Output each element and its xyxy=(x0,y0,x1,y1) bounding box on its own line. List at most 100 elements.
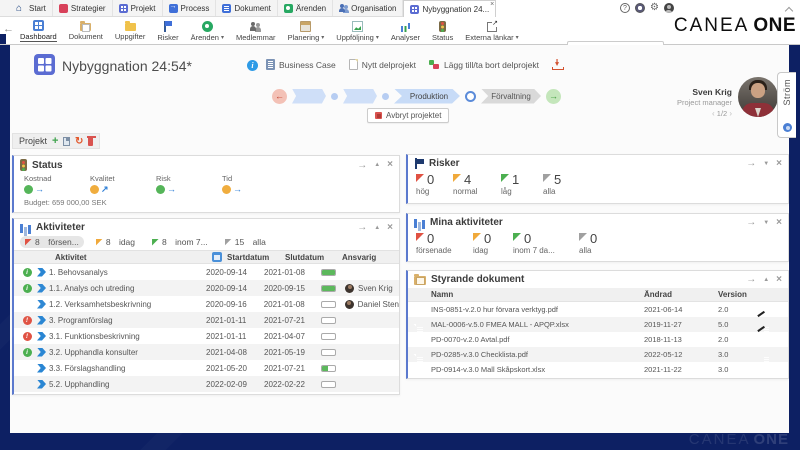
open-panel-icon[interactable]: → xyxy=(357,222,367,233)
tab-arenden[interactable]: Ärenden xyxy=(278,0,333,16)
collapse-icon[interactable]: ▼ xyxy=(763,220,769,226)
risk-stat-high[interactable]: 0hög xyxy=(416,173,453,196)
user-avatar-icon[interactable] xyxy=(664,3,674,13)
toolbar-item-arenden[interactable]: Ärenden▾ xyxy=(185,17,230,44)
tab-dokument[interactable]: Dokument xyxy=(216,0,277,16)
close-icon[interactable]: × xyxy=(387,161,393,169)
save-icon[interactable] xyxy=(63,137,70,146)
close-icon[interactable]: × xyxy=(387,224,393,232)
new-subproject-button[interactable]: Nytt delprojekt xyxy=(349,59,416,70)
risk-stat-all[interactable]: 5alla xyxy=(543,173,581,196)
open-panel-icon[interactable]: → xyxy=(746,217,756,228)
manager-photo[interactable] xyxy=(738,77,778,117)
table-row[interactable]: 1.2. Verksamhetsbeskrivning2020-09-16202… xyxy=(14,296,399,312)
close-tab-icon[interactable]: × xyxy=(490,1,494,8)
close-icon[interactable]: × xyxy=(776,219,782,227)
open-panel-icon[interactable]: → xyxy=(357,160,367,171)
globe-icon[interactable] xyxy=(635,3,645,13)
table-row[interactable]: 5.2. Upphandling2022-02-092022-02-22 xyxy=(14,376,399,392)
table-row[interactable]: INS-0851-v.2.0 hur förvara verktyg.pdf20… xyxy=(408,302,788,317)
tab-nybyggnation-active[interactable]: Nybyggnation 24...× xyxy=(403,0,496,17)
col-activity[interactable]: Aktivitet xyxy=(55,253,212,262)
toolbar-item-status[interactable]: Status xyxy=(426,17,459,44)
risk-stat-low[interactable]: 1låg xyxy=(501,173,543,196)
open-panel-icon[interactable]: → xyxy=(746,274,756,285)
filter-today[interactable]: 8 idag xyxy=(91,236,140,248)
col-version[interactable]: Version xyxy=(718,290,762,299)
phase-step-1[interactable] xyxy=(292,89,326,104)
expand-chevron-icon[interactable] xyxy=(37,332,46,341)
filter-all[interactable]: 15 alla xyxy=(220,236,271,248)
table-row[interactable]: i1.1. Analys och utreding2020-09-142020-… xyxy=(14,280,399,296)
import-button[interactable] xyxy=(552,59,563,70)
my-stat-all[interactable]: 0alla xyxy=(579,232,619,255)
refresh-icon[interactable]: ↻ xyxy=(75,137,83,146)
add-remove-subproject-button[interactable]: Lägg till/ta bort delprojekt xyxy=(429,59,539,70)
tab-projekt[interactable]: Projekt xyxy=(113,0,163,16)
prev-icon[interactable]: ‹ xyxy=(712,109,715,118)
business-case-button[interactable]: Business Case xyxy=(266,59,336,70)
table-row[interactable]: i1. Behovsanalys2020-09-142021-01-08 xyxy=(14,264,399,280)
phase-forward-button[interactable]: → xyxy=(546,89,561,104)
expand-chevron-icon[interactable] xyxy=(37,284,46,293)
phase-step-forvaltning[interactable]: Förvaltning xyxy=(481,89,541,104)
expand-chevron-icon[interactable] xyxy=(37,300,46,309)
collapse-icon[interactable]: ▲ xyxy=(763,277,769,283)
col-changed[interactable]: Ändrad xyxy=(644,290,718,299)
toolbar-item-risker[interactable]: Risker xyxy=(151,17,184,44)
my-stat-within-7[interactable]: 0inom 7 da... xyxy=(513,232,579,255)
expand-chevron-icon[interactable] xyxy=(37,380,46,389)
collapse-chevron-icon[interactable] xyxy=(785,7,793,15)
tab-strategier[interactable]: Strategier xyxy=(53,0,113,16)
col-end[interactable]: Slutdatum xyxy=(285,253,342,262)
col-name[interactable]: Namn xyxy=(431,290,644,299)
tab-start[interactable]: ⌂Start xyxy=(10,0,53,16)
table-row[interactable]: 3.3. Förslagshandling2021-05-202021-07-2… xyxy=(14,360,399,376)
open-panel-icon[interactable]: → xyxy=(746,158,756,169)
toolbar-item-analyser[interactable]: Analyser xyxy=(385,17,426,44)
expand-chevron-icon[interactable] xyxy=(37,364,46,373)
gear-icon[interactable]: ⚙ xyxy=(650,3,659,13)
table-row[interactable]: PD-0914-v.3.0 Mall Skåpskort.xlsx2021-11… xyxy=(408,362,788,377)
toolbar-item-dashboard[interactable]: Dashboard xyxy=(14,17,63,44)
close-icon[interactable]: × xyxy=(776,160,782,168)
collapse-icon[interactable]: ▲ xyxy=(374,225,380,231)
toolbar-item-planering[interactable]: Planering▾ xyxy=(282,17,331,44)
risk-stat-normal[interactable]: 4normal xyxy=(453,173,501,196)
table-row[interactable]: PD-0070-v.2.0 Avtal.pdf2018-11-132.0 xyxy=(408,332,788,347)
delete-icon[interactable] xyxy=(88,138,93,146)
table-row[interactable]: !3.1. Funktionsbeskrivning2021-01-112021… xyxy=(14,328,399,344)
col-responsible[interactable]: Ansvarig xyxy=(342,253,376,262)
table-row[interactable]: PD-0285-v.3.0 Checklista.pdf2022-05-123.… xyxy=(408,347,788,362)
table-row[interactable]: i3.2. Upphandla konsulter2021-04-082021-… xyxy=(14,344,399,360)
toolbar-item-dokument[interactable]: Dokument xyxy=(63,17,109,44)
phase-step-2[interactable] xyxy=(343,89,377,104)
toolbar-item-uppgifter[interactable]: Uppgifter xyxy=(109,17,151,44)
stream-side-tab[interactable]: Ström xyxy=(777,72,796,138)
tab-organisation[interactable]: Organisation xyxy=(333,0,403,16)
help-icon[interactable]: ? xyxy=(620,3,630,13)
toolbar-item-uppfoljning[interactable]: Uppföljning▾ xyxy=(330,17,385,44)
phase-step-produktion[interactable]: Produktion xyxy=(394,89,460,104)
expand-chevron-icon[interactable] xyxy=(37,348,46,357)
add-icon[interactable]: + xyxy=(52,136,58,146)
col-start[interactable]: Startdatum xyxy=(227,253,285,262)
filter-within-7[interactable]: 8 inom 7... xyxy=(147,236,213,248)
close-icon[interactable]: × xyxy=(776,276,782,284)
cancel-project-button[interactable]: Avbryt projektet xyxy=(367,108,449,123)
toolbar-item-medlemmar[interactable]: Medlemmar xyxy=(230,17,282,44)
toolbar-item-externa-lankar[interactable]: Externa länkar▾ xyxy=(459,17,524,44)
filter-overdue[interactable]: 8 försen... xyxy=(20,236,84,248)
collapse-icon[interactable]: ▲ xyxy=(374,162,380,168)
collapse-icon[interactable]: ▼ xyxy=(763,161,769,167)
my-stat-today[interactable]: 0idag xyxy=(473,232,513,255)
calendar-column-icon[interactable] xyxy=(212,252,222,262)
info-icon[interactable]: i xyxy=(247,60,258,71)
next-icon[interactable]: › xyxy=(729,109,732,118)
expand-chevron-icon[interactable] xyxy=(37,316,46,325)
expand-chevron-icon[interactable] xyxy=(37,268,46,277)
phase-back-button[interactable]: ← xyxy=(272,89,287,104)
table-row[interactable]: !3. Programförslag2021-01-112021-07-21 xyxy=(14,312,399,328)
table-row[interactable]: MAL-0006-v.5.0 FMEA MALL - APQP.xlsx2019… xyxy=(408,317,788,332)
my-stat-overdue[interactable]: 0försenade xyxy=(416,232,473,255)
